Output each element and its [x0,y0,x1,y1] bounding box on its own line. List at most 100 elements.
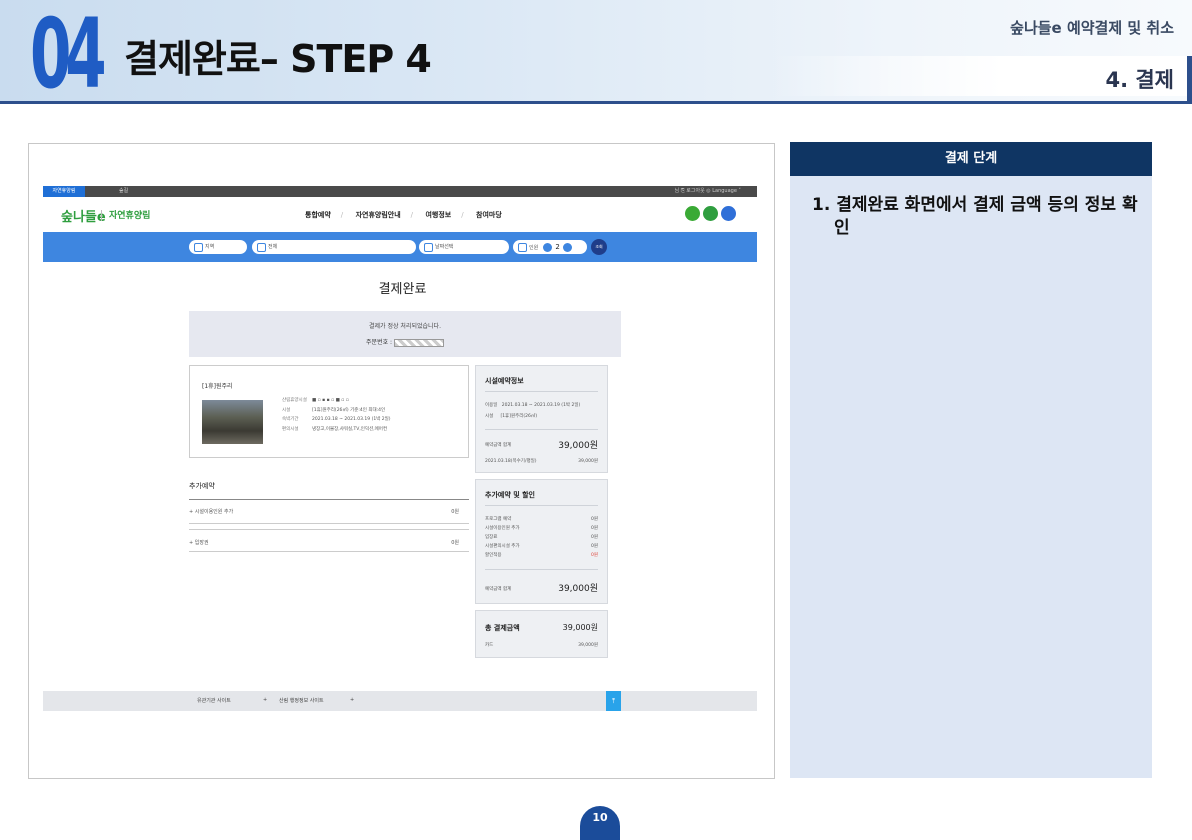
nav-sep: / [461,211,464,219]
nav-item-travel[interactable]: 여행정보 [425,211,451,219]
detail-key: 편의시설 [282,426,299,432]
divider [189,551,469,552]
row-value: 2021.03.18 ~ 2021.03.19 (1박 2일) [501,403,581,408]
facility-select[interactable]: 전체 [252,240,416,254]
row-key: 카드 [485,643,494,648]
people-stepper[interactable]: 인원 2 [513,240,587,254]
people-count: 2 [555,243,560,251]
facility-name: [1휴]원주리 [202,383,233,390]
instruction-step: 1. 결제완료 화면에서 결제 금액 등의 정보 확인 [812,195,1138,238]
divider [189,529,469,530]
region-select[interactable]: 지역 [189,240,247,254]
divider [485,429,598,430]
detail-value: [1휴]원주리(26㎡) 기준:4인 최대:4인 [312,407,386,413]
row-value: 0원 [590,544,598,549]
detail-value: 냉장고,이불장,샤워실,TV,인덕션,에어컨 [312,426,388,432]
extra-item-label: + 시설이용인원 추가 [189,509,234,515]
section-label: 4. 결제 [1105,68,1174,92]
row-key: 시설이용인원 추가 [485,526,520,531]
divider [189,523,469,524]
search-submit-button[interactable]: 조회 [591,239,607,255]
date-select[interactable]: 날짜선택 [419,240,509,254]
total-panel: 총 결제금액 39,000원 카드 39,000원 [475,610,608,658]
tab-trail[interactable]: 숲길 [119,186,128,197]
chapter-number: 04 [30,0,107,110]
row-value: 39,000원 [578,643,598,648]
people-label: 인원 [529,245,539,251]
site-logo[interactable]: 숲나들e [61,206,106,225]
detail-row: 2021.03.18(목수기/평일) 39,000원 [485,458,598,464]
site-footer: 유관기관 사이트 + 산림 행정정보 사이트 + ⤒ [43,691,757,711]
row-key: 예약금액 합계 [485,587,512,592]
row-key: 시설 [485,414,494,419]
facility-details: 산림휴양시설 ■ ▫ ▪ ▪ ▫ ■ ▫ ▫ 시설 [1휴]원주리(26㎡) 기준:… [282,396,391,434]
tab-forest[interactable]: 자연휴양림 [43,186,85,197]
document-subtitle: 숲나들e 예약결제 및 취소 [1010,19,1174,37]
detail-key: 숙박기간 [282,417,299,422]
row-key: 2021.03.18(목수기/평일) [485,459,537,464]
divider [485,391,598,392]
header-banner: 04 결제완료– STEP 4 숲나들e 예약결제 및 취소 4. 결제 [0,0,1192,104]
row-value: [1휴]원주리(26㎡) [500,414,538,419]
discount-panel: 추가예약 및 할인 프로그램 예약 0원 시설이용인원 추가 0원 입장료 0원 시설… [475,479,608,604]
row-key: 시설편의시설 추가 [485,544,520,549]
discount-row: 프로그램 예약 0원 [485,516,598,522]
row-value: 0원 [590,517,598,522]
facility-card: [1휴]원주리 산림휴양시설 ■ ▫ ▪ ▪ ▫ ■ ▫ ▫ 시설 [1휴]원주리(… [189,365,469,458]
row-key: 할인적용 [485,553,502,558]
search-bar: 지역 전체 날짜선택 인원 2 조회 [43,232,757,262]
divider [485,569,598,570]
logo-divider [101,210,102,221]
row-key: 입장료 [485,535,498,540]
nav-sep: / [340,211,344,219]
nav-item-forest-info[interactable]: 자연휴양림안내 [356,211,401,219]
footer-link-admin[interactable]: 산림 행정정보 사이트 [279,697,324,704]
nav-item-reserve[interactable]: 통합예약 [305,211,331,219]
order-number: 주문번호 : [189,337,621,347]
discount-row: 입장료 0원 [485,534,598,540]
extra-item-people[interactable]: + 시설이용인원 추가 0원 [189,508,469,515]
discount-row: 시설이용인원 추가 0원 [485,525,598,531]
footer-link-agencies[interactable]: 유관기관 사이트 [197,697,231,704]
plus-icon[interactable] [563,243,573,252]
completion-box: 결제가 정상 처리되었습니다. 주문번호 : [189,311,621,357]
row-value: 0원 [590,553,598,558]
extra-item-ticket[interactable]: + 입장권 0원 [189,539,469,546]
extra-item-amount: 0원 [451,540,459,546]
row-key: 이용일 [485,403,498,408]
search-icon[interactable] [685,206,700,221]
use-date-row: 이용일 2021.03.18 ~ 2021.03.19 (1박 2일) [485,402,598,408]
page-title: 결제완료– STEP 4 [124,37,432,81]
mypage-icon[interactable] [703,206,718,221]
facility-photo [202,400,263,444]
order-number-mask [393,338,444,347]
detail-key: 시설 [282,407,291,413]
extra-item-label: + 입장권 [189,540,209,546]
site-topbar: 자연휴양림 숲길 님 ⎘ 로그아웃 ◎ Language ˅ [43,186,757,197]
facility-row: 시설 [1휴]원주리(26㎡) [485,413,598,419]
panel-title: 시설예약정보 [485,377,524,385]
extra-item-amount: 0원 [451,509,459,515]
detail-value: ■ ▫ ▪ ▪ ▫ ■ ▫ ▫ [312,398,349,403]
minus-icon[interactable] [542,243,552,252]
row-key: 예약금액 합계 [485,443,512,448]
instruction-panel: 결제 단계 1. 결제완료 화면에서 결제 금액 등의 정보 확인 [790,142,1152,778]
detail-key: 산림휴양시설 [282,398,307,403]
sum-amount: 39,000원 [558,584,598,594]
chevron-down-icon[interactable]: + [350,697,354,703]
discount-row: 할인적용 0원 [485,552,598,558]
row-value: 39,000원 [578,459,598,464]
panel-title: 추가예약 및 할인 [485,491,535,499]
total-title: 총 결제금액 [485,624,520,632]
site-name: 자연휴양림 [109,211,151,221]
topbar-user-links[interactable]: 님 ⎘ 로그아웃 ◎ Language ˅ [675,186,742,197]
row-key: 프로그램 예약 [485,517,512,522]
instruction-heading: 결제 단계 [790,142,1152,176]
menu-grid-icon[interactable] [721,206,736,221]
divider [485,505,598,506]
site-screenshot: 자연휴양림 숲길 님 ⎘ 로그아웃 ◎ Language ˅ 숲나들e 자연휴양… [28,143,775,779]
chevron-down-icon[interactable]: + [263,697,267,703]
scroll-top-button[interactable]: ⤒ [606,691,621,711]
page-number: 10 [580,806,620,840]
nav-item-community[interactable]: 참여마당 [476,211,502,219]
